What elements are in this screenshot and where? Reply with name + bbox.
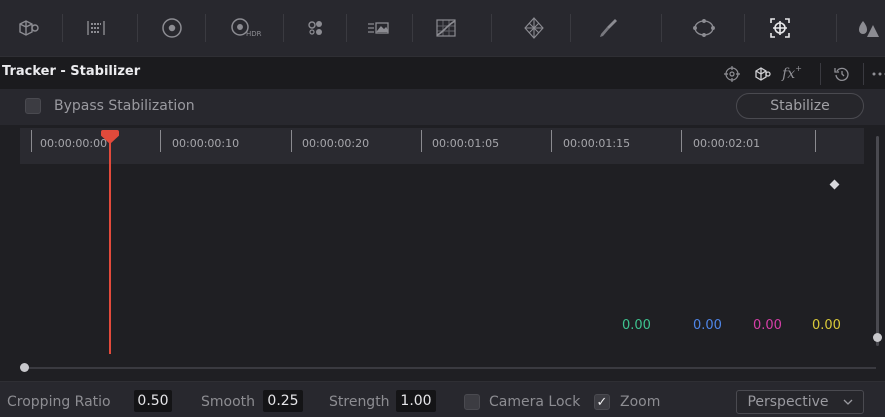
timecode-label: 00:00:01:15 <box>563 137 630 150</box>
playhead-line[interactable] <box>109 134 111 354</box>
timecode-tick <box>551 130 552 152</box>
hdr-label: HDR <box>246 30 262 38</box>
header-divider <box>820 63 821 85</box>
checkmark-icon: ✓ <box>597 395 608 410</box>
zoom-checkbox[interactable]: ✓ <box>594 394 610 410</box>
crosshair-icon[interactable] <box>722 64 742 84</box>
tracker-graph[interactable] <box>20 164 864 354</box>
strength-label: Strength <box>329 394 390 410</box>
cropping-ratio-field[interactable]: 0.50 <box>134 390 172 412</box>
camera-lock-label: Camera Lock <box>489 394 580 410</box>
toolbar-divider <box>62 14 63 42</box>
cloud-tracker-icon[interactable] <box>752 64 772 84</box>
color-warper-icon[interactable] <box>516 10 552 46</box>
qualifier-icon[interactable] <box>590 10 626 46</box>
pan-value: 0.00 <box>622 318 651 333</box>
camera-raw-icon[interactable] <box>10 10 46 46</box>
chevron-down-icon <box>843 399 853 405</box>
toolbar-divider <box>346 14 347 42</box>
stabilization-mode-value: Perspective <box>747 394 828 410</box>
bypass-stabilization-label: Bypass Stabilization <box>54 98 195 114</box>
timeline-ruler[interactable]: 00:00:00:00 00:00:00:10 00:00:00:20 00:0… <box>20 128 864 164</box>
toolbar-divider <box>570 14 571 42</box>
motion-effects-icon[interactable] <box>360 10 396 46</box>
timecode-label: 00:00:00:20 <box>302 137 369 150</box>
zoom-label: Zoom <box>620 394 660 410</box>
toolbar-divider <box>661 14 662 42</box>
zoom-value: 0.00 <box>753 318 782 333</box>
fx-label: fx <box>782 66 795 82</box>
palette-toolbar: HDR <box>0 0 885 56</box>
panel-title: Tracker - Stabilizer <box>2 64 140 79</box>
smooth-field[interactable]: 0.25 <box>263 390 303 412</box>
vertical-scroll-handle[interactable] <box>873 333 882 342</box>
toolbar-divider <box>283 14 284 42</box>
header-divider <box>863 63 864 85</box>
rotate-value: 0.00 <box>812 318 841 333</box>
timecode-label: 00:00:02:01 <box>693 137 760 150</box>
toolbar-divider <box>412 14 413 42</box>
stabilizer-controls: Cropping Ratio 0.50 Smooth 0.25 Strength… <box>0 381 885 417</box>
timecode-tick <box>160 130 161 152</box>
bypass-row: Bypass Stabilization Stabilize <box>0 89 885 125</box>
timecode-tick <box>291 130 292 152</box>
timecode-label: 00:00:00:10 <box>172 137 239 150</box>
tilt-value: 0.00 <box>693 318 722 333</box>
camera-lock-checkbox[interactable] <box>464 394 480 410</box>
toolbar-divider <box>137 14 138 42</box>
timecode-tick <box>31 130 32 152</box>
curves-icon[interactable] <box>428 10 464 46</box>
toolbar-divider <box>205 14 206 42</box>
horizontal-scroll-handle[interactable] <box>20 363 29 372</box>
strength-field[interactable]: 1.00 <box>396 390 436 412</box>
hdr-wheels-icon[interactable]: HDR <box>220 10 264 46</box>
cropping-ratio-label: Cropping Ratio <box>7 394 111 410</box>
rgb-mixer-icon[interactable] <box>298 10 334 46</box>
toolbar-divider <box>744 14 745 42</box>
tracker-icon[interactable] <box>762 10 798 46</box>
timecode-label: 00:00:00:00 <box>40 137 107 150</box>
stabilization-mode-dropdown[interactable]: Perspective <box>736 390 864 414</box>
horizontal-scrollbar[interactable] <box>24 367 876 369</box>
panel-header: Tracker - Stabilizer fx+ <box>0 56 885 90</box>
primaries-wheels-icon[interactable] <box>154 10 190 46</box>
smooth-label: Smooth <box>201 394 255 410</box>
timecode-tick <box>421 130 422 152</box>
timecode-label: 00:00:01:05 <box>432 137 499 150</box>
vertical-scrollbar[interactable] <box>876 136 879 346</box>
stabilize-button[interactable]: Stabilize <box>736 93 864 119</box>
toolbar-divider <box>836 14 837 42</box>
bypass-stabilization-checkbox[interactable] <box>25 98 41 114</box>
reset-icon[interactable] <box>832 64 852 84</box>
more-icon[interactable] <box>870 64 885 84</box>
magic-mask-icon[interactable] <box>855 10 885 46</box>
timecode-tick <box>815 130 816 152</box>
fx-icon[interactable]: fx+ <box>782 64 802 84</box>
window-icon[interactable] <box>686 10 722 46</box>
toolbar-divider <box>491 14 492 42</box>
color-match-icon[interactable] <box>78 10 114 46</box>
timecode-tick <box>681 130 682 152</box>
